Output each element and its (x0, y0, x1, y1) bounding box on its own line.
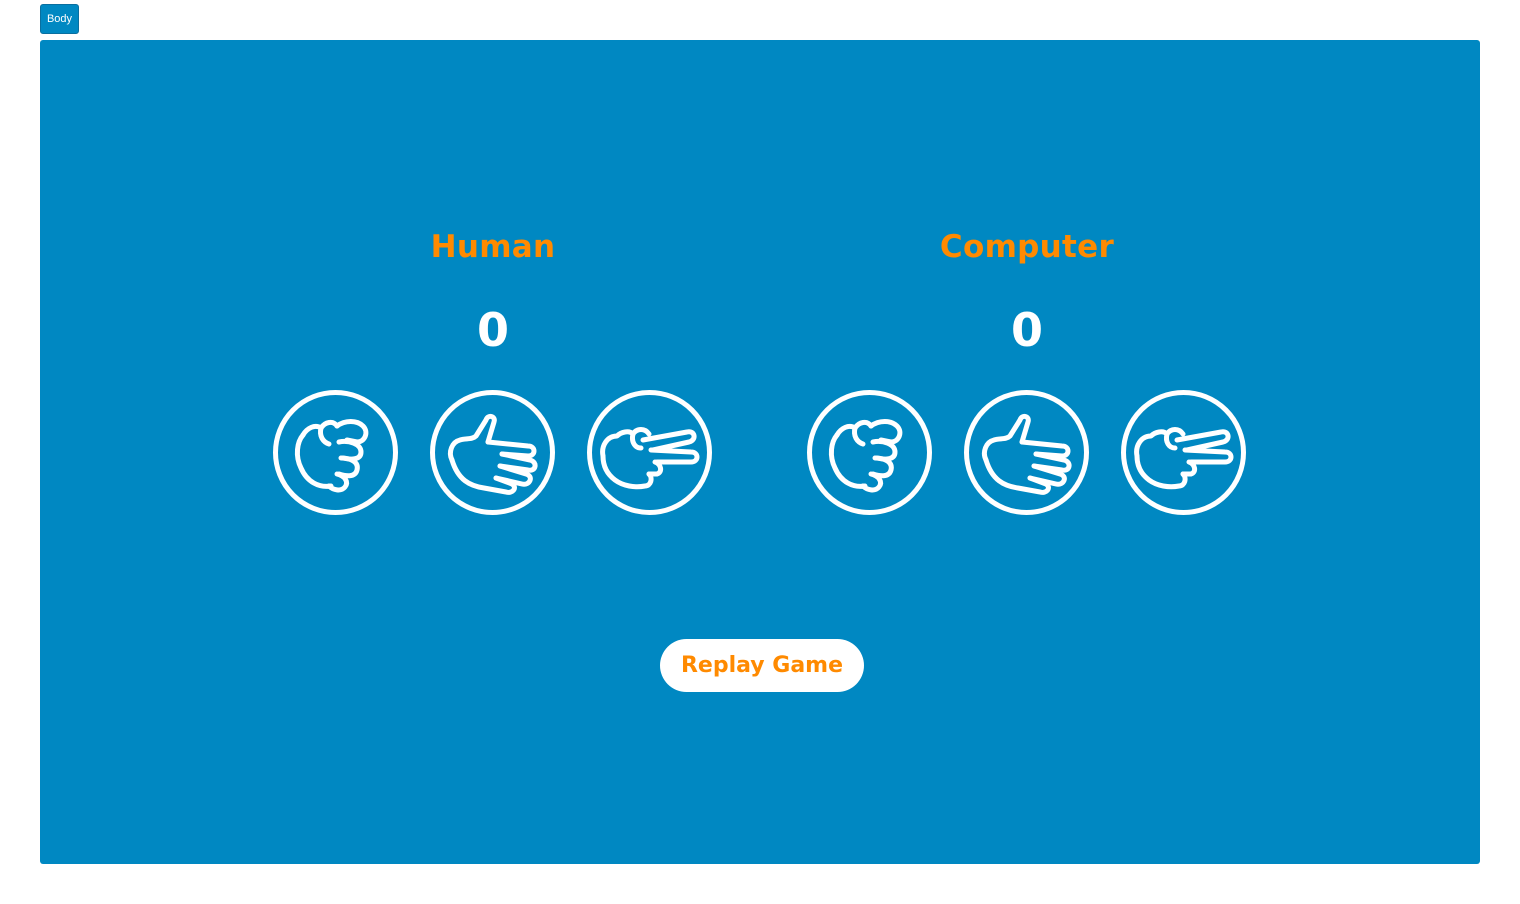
computer-paper-button[interactable] (964, 390, 1089, 515)
scissors-hand-icon (1121, 390, 1246, 515)
computer-scissors-button[interactable] (1121, 390, 1246, 515)
human-player-score: 0 (476, 303, 509, 357)
rock-hand-icon (273, 390, 398, 515)
game-board: Human 0 Computer 0 Replay Game (40, 40, 1480, 864)
replay-game-button[interactable]: Replay Game (660, 639, 864, 692)
human-scissors-button[interactable] (587, 390, 712, 515)
human-player-name: Human (430, 229, 556, 265)
rock-hand-icon (807, 390, 932, 515)
computer-choice-row (807, 390, 1247, 515)
paper-hand-icon (430, 390, 555, 515)
human-paper-button[interactable] (430, 390, 555, 515)
computer-rock-button[interactable] (807, 390, 932, 515)
element-tag-badge: Body (40, 4, 79, 34)
human-choice-row (273, 390, 713, 515)
computer-player-score: 0 (1010, 303, 1043, 357)
computer-player-name: Computer (939, 229, 1115, 265)
scissors-hand-icon (587, 390, 712, 515)
paper-hand-icon (964, 390, 1089, 515)
human-rock-button[interactable] (273, 390, 398, 515)
